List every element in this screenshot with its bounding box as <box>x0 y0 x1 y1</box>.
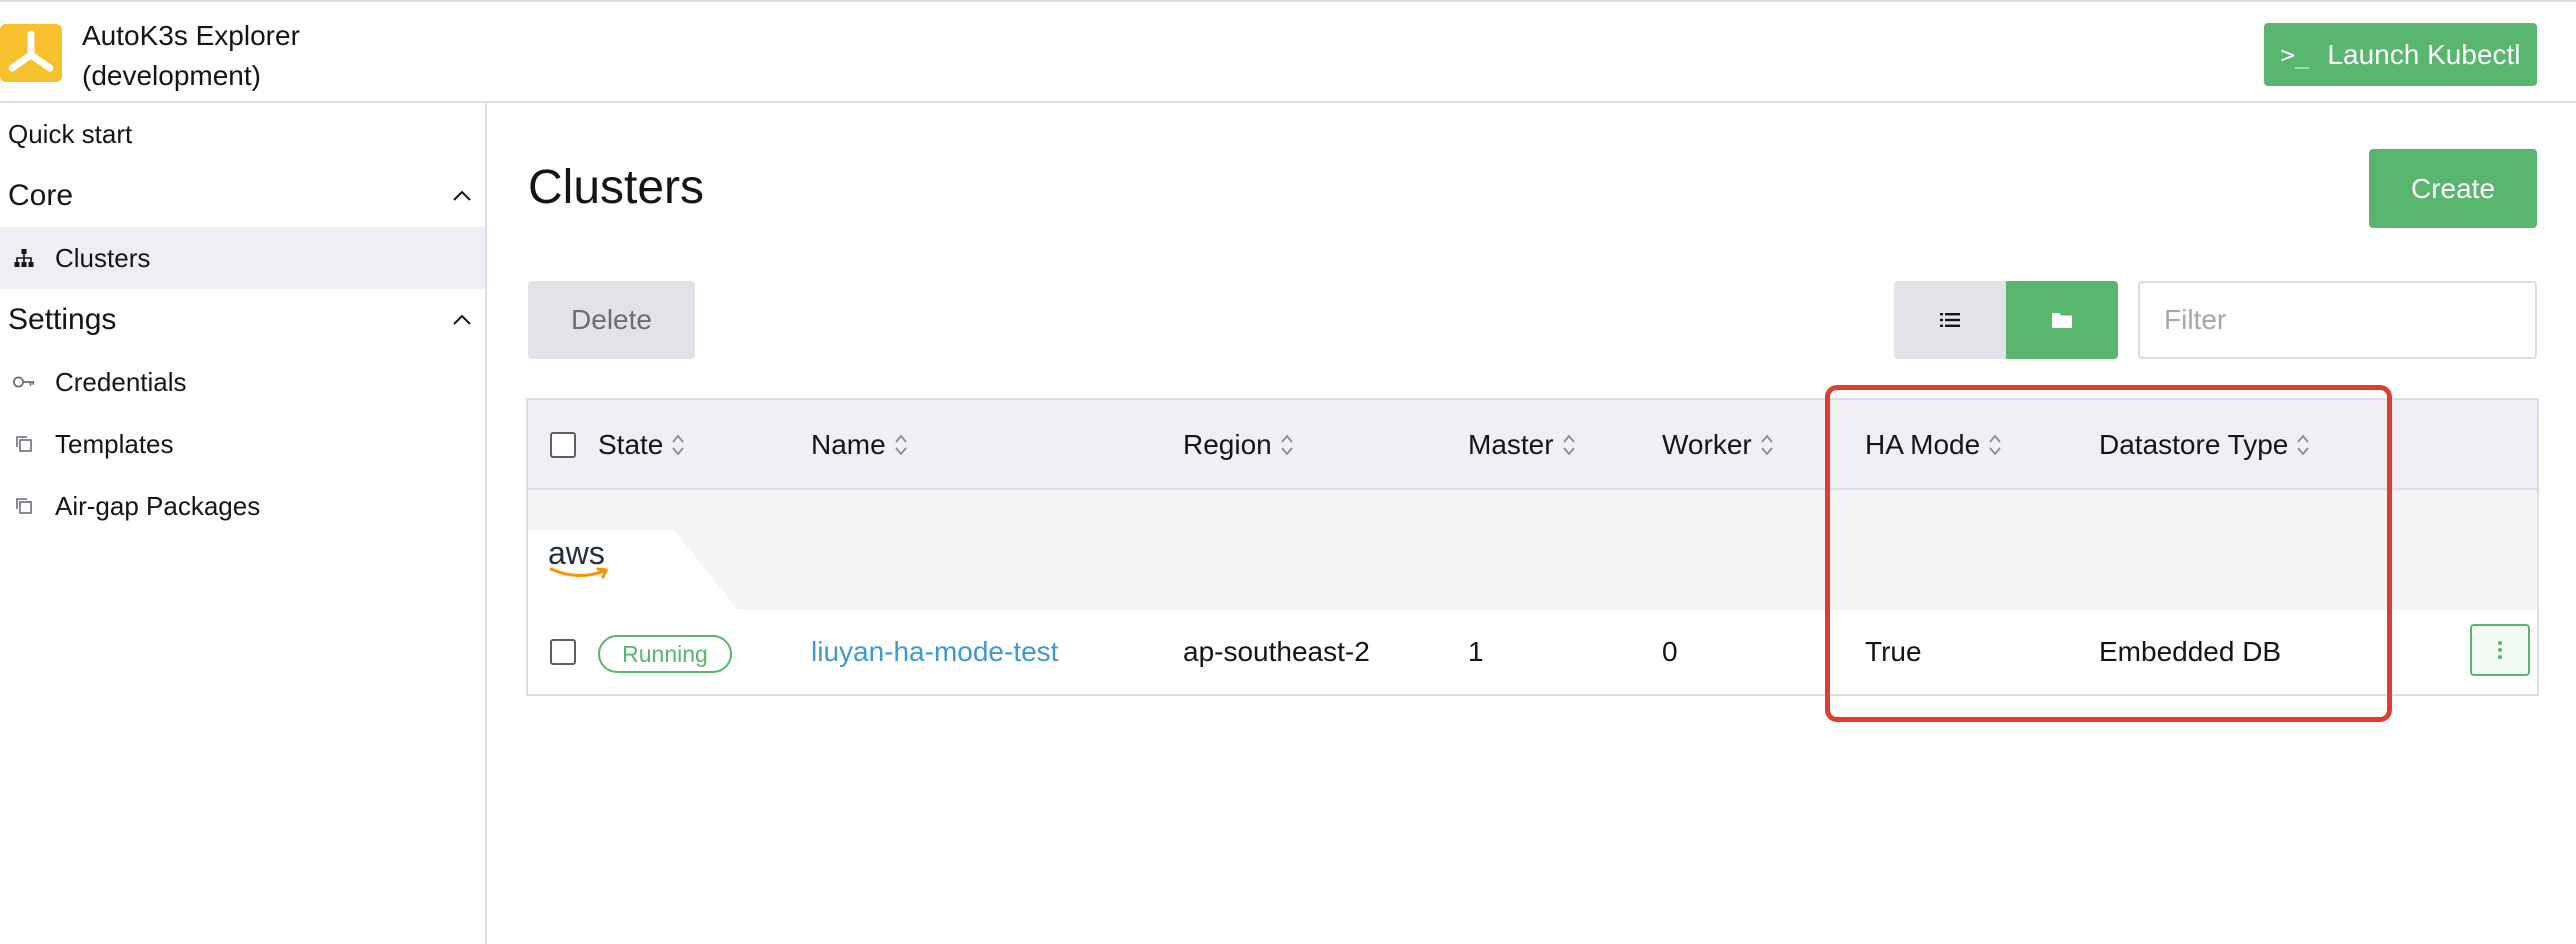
sidebar-group-settings[interactable]: Settings <box>0 289 485 351</box>
create-button[interactable]: Create <box>2369 149 2537 228</box>
cluster-tree-icon <box>12 246 36 270</box>
row-checkbox[interactable] <box>550 639 576 665</box>
cell-master: 1 <box>1468 636 1484 667</box>
provider-label: aws <box>548 535 605 571</box>
sort-icon <box>672 434 685 456</box>
sort-icon <box>1761 434 1773 456</box>
launch-kubectl-label: Launch Kubectl <box>2327 38 2521 70</box>
page-title: Clusters <box>528 161 705 214</box>
sidebar-item-templates[interactable]: Templates <box>0 413 485 475</box>
sort-icon <box>1562 434 1575 456</box>
aws-logo: aws <box>548 535 612 580</box>
copy-icon <box>12 432 36 456</box>
sidebar-group-core[interactable]: Core <box>0 165 485 227</box>
list-view-button[interactable] <box>1894 281 2006 359</box>
folder-icon <box>2052 313 2072 328</box>
sidebar-item-clusters[interactable]: Clusters <box>0 227 485 289</box>
sort-icon <box>1989 434 2001 456</box>
cell-region: ap-southeast-2 <box>1183 636 1370 667</box>
sidebar-group-label: Core <box>8 179 74 212</box>
sidebar-item-air-gap-packages[interactable]: Air-gap Packages <box>0 475 485 537</box>
key-icon <box>12 370 36 394</box>
copy-icon <box>12 494 36 518</box>
app-title-line2: (development) <box>82 60 261 91</box>
delete-button[interactable]: Delete <box>528 281 695 359</box>
column-header-worker[interactable]: Worker <box>1662 400 1774 490</box>
filter-input[interactable] <box>2138 281 2537 359</box>
sidebar-group-label: Settings <box>8 303 117 336</box>
column-header-label: Datastore Type <box>2099 429 2289 460</box>
terminal-icon: >_ <box>2280 40 2310 69</box>
view-mode-toggle <box>1894 281 2118 359</box>
row-actions-button[interactable] <box>2470 624 2530 676</box>
column-header-ha-mode[interactable]: HA Mode <box>1865 400 2002 490</box>
cluster-name-link[interactable]: liuyan-ha-mode-test <box>811 610 1058 694</box>
column-header-label: Name <box>811 429 886 460</box>
sidebar-item-label: Clusters <box>55 242 151 273</box>
column-header-datastore-type[interactable]: Datastore Type <box>2099 400 2310 490</box>
column-header-label: HA Mode <box>1865 429 1981 460</box>
select-all-checkbox[interactable] <box>550 432 576 458</box>
sidebar: Quick start Core Clusters Settings Crede… <box>0 103 487 944</box>
sidebar-item-label: Air-gap Packages <box>55 490 261 521</box>
column-header-label: State <box>598 429 664 460</box>
column-header-label: Master <box>1468 429 1554 460</box>
sidebar-item-label: Credentials <box>55 366 187 397</box>
sidebar-item-credentials[interactable]: Credentials <box>0 351 485 413</box>
column-header-state[interactable]: State <box>598 400 685 490</box>
sidebar-item-quick-start[interactable]: Quick start <box>0 103 485 165</box>
sidebar-item-label: Quick start <box>8 118 133 149</box>
kebab-menu-icon <box>2498 641 2502 659</box>
app-header: AutoK3s Explorer (development) >_ Launch… <box>0 0 2576 103</box>
table-header: State Name Region Master Worker HA Mode … <box>528 400 2537 490</box>
sidebar-item-label: Templates <box>55 428 174 459</box>
cell-ha-mode: True <box>1865 636 1922 667</box>
provider-group-aws: aws <box>528 490 2537 610</box>
column-header-name[interactable]: Name <box>811 400 908 490</box>
chevron-up-icon[interactable] <box>451 309 473 331</box>
table-row[interactable]: Running liuyan-ha-mode-test ap-southeast… <box>528 610 2537 694</box>
list-icon <box>1940 313 1960 327</box>
sort-icon <box>895 434 907 456</box>
app-title-line1: AutoK3s Explorer <box>82 20 300 51</box>
column-header-label: Region <box>1183 429 1272 460</box>
sort-icon <box>1281 434 1293 456</box>
group-view-button[interactable] <box>2006 281 2118 359</box>
cell-datastore-type: Embedded DB <box>2099 636 2282 667</box>
status-badge: Running <box>598 635 732 673</box>
autok3s-logo <box>0 24 62 82</box>
app-title: AutoK3s Explorer (development) <box>82 16 300 96</box>
sort-icon <box>2297 434 2310 456</box>
clusters-table: State Name Region Master Worker HA Mode … <box>526 398 2539 696</box>
chevron-up-icon[interactable] <box>451 185 473 207</box>
column-header-label: Worker <box>1662 429 1752 460</box>
column-header-master[interactable]: Master <box>1468 400 1576 490</box>
cell-worker: 0 <box>1662 636 1678 667</box>
column-header-region[interactable]: Region <box>1183 400 1294 490</box>
launch-kubectl-button[interactable]: >_ Launch Kubectl <box>2264 23 2537 86</box>
